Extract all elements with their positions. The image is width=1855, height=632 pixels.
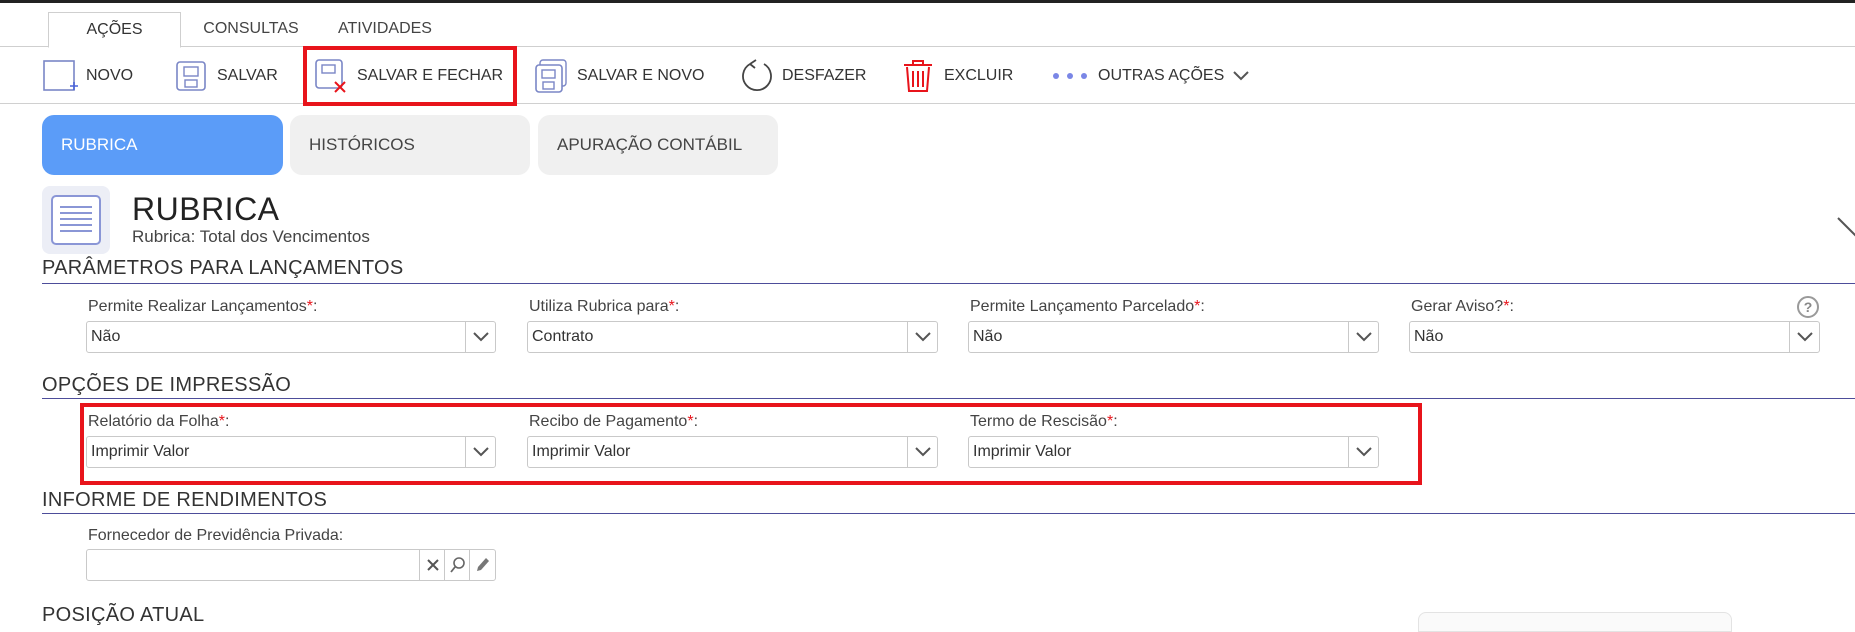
field-label-utiliza-rubrica: Utiliza Rubrica para*:	[529, 298, 680, 315]
trash-icon	[900, 58, 936, 94]
tab-atividades[interactable]: ATIVIDADES	[330, 12, 440, 48]
excluir-label: EXCLUIR	[944, 67, 1014, 84]
section-title-impressao: OPÇÕES DE IMPRESSÃO	[42, 374, 292, 396]
section-tab-apuracao-contabil[interactable]: APURAÇÃO CONTÁBIL	[538, 115, 778, 175]
section-title-parametros: PARÂMETROS PARA LANÇAMENTOS	[42, 257, 404, 279]
desfazer-label: DESFAZER	[782, 67, 867, 84]
select-utiliza-rubrica[interactable]: Contrato	[527, 321, 938, 353]
select-permite-lancamentos[interactable]: Não	[86, 321, 496, 353]
chevron-down-icon	[1232, 70, 1250, 82]
desfazer-button[interactable]: DESFAZER	[738, 54, 866, 98]
highlight-salvar-fechar	[303, 46, 517, 106]
salvar-novo-button[interactable]: SALVAR E NOVO	[533, 54, 704, 98]
salvar-novo-label: SALVAR E NOVO	[577, 67, 705, 84]
section-title-posicao: POSIÇÃO ATUAL	[42, 604, 205, 626]
page-title: RUBRICA	[132, 191, 280, 227]
field-label-lancamento-parcelado: Permite Lançamento Parcelado*:	[970, 298, 1205, 315]
help-icon[interactable]: ?	[1797, 296, 1819, 318]
collapse-icon[interactable]	[1837, 217, 1855, 238]
page-subtitle: Rubrica: Total dos Vencimentos	[132, 227, 370, 246]
action-toolbar: NOVO SALVAR SALVAR E FECHAR SALVAR E NOV…	[0, 48, 1855, 104]
clear-icon[interactable]	[419, 550, 445, 580]
save-icon	[173, 58, 209, 94]
edit-pencil-icon[interactable]	[469, 550, 495, 580]
fornecedor-lookup-field[interactable]	[86, 549, 496, 581]
outras-acoes-button[interactable]: OUTRAS AÇÕES	[1050, 54, 1250, 98]
salvar-label: SALVAR	[217, 67, 278, 84]
document-list-icon	[42, 186, 110, 254]
section-divider	[42, 398, 1855, 399]
outras-acoes-label: OUTRAS AÇÕES	[1098, 67, 1225, 84]
tab-acoes[interactable]: AÇÕES	[48, 12, 181, 48]
tab-consultas[interactable]: CONSULTAS	[196, 12, 306, 48]
field-label-gerar-aviso: Gerar Aviso?*:	[1411, 298, 1514, 315]
field-label-fornecedor: Fornecedor de Previdência Privada:	[88, 527, 344, 544]
excluir-button[interactable]: EXCLUIR	[900, 54, 1013, 98]
section-divider	[42, 283, 1855, 284]
save-new-icon	[533, 58, 569, 94]
select-lancamento-parcelado[interactable]: Não	[968, 321, 1379, 353]
novo-button[interactable]: NOVO	[42, 54, 133, 98]
section-divider	[42, 513, 1855, 514]
more-dots-icon	[1050, 58, 1090, 94]
chevron-down-icon	[1789, 322, 1819, 352]
new-document-icon	[42, 58, 78, 94]
novo-label: NOVO	[86, 67, 134, 84]
salvar-button[interactable]: SALVAR	[173, 54, 278, 98]
section-tab-rubrica[interactable]: RUBRICA	[42, 115, 283, 175]
chevron-down-icon	[1348, 322, 1378, 352]
select-gerar-aviso[interactable]: Não	[1409, 321, 1820, 353]
highlight-opcoes-impressao	[80, 403, 1422, 485]
side-panel-edge	[1418, 612, 1732, 632]
section-title-informe: INFORME DE RENDIMENTOS	[42, 489, 328, 511]
undo-icon	[738, 58, 774, 94]
main-tab-bar: AÇÕES CONSULTAS ATIVIDADES	[0, 3, 1855, 48]
chevron-down-icon	[907, 322, 937, 352]
search-icon[interactable]	[444, 550, 470, 580]
field-label-permite-lancamentos: Permite Realizar Lançamentos*:	[88, 298, 318, 315]
chevron-down-icon	[465, 322, 495, 352]
parametros-title-clip: PARÂMETROS PARA LANÇAMENTOS	[0, 255, 1855, 283]
section-tab-historicos[interactable]: HISTÓRICOS	[290, 115, 530, 175]
